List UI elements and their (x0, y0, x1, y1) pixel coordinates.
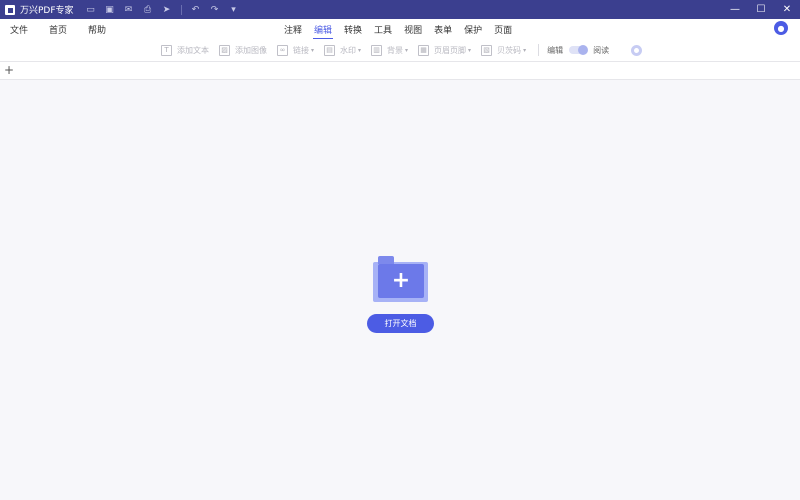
app-title: 万兴PDF专家 (20, 6, 74, 16)
link-button[interactable]: ∞ 链接 ▾ (277, 44, 314, 56)
tab-tools[interactable]: 工具 (374, 23, 392, 36)
background-label: 背景 (387, 45, 404, 55)
header-footer-label: 页眉页脚 (434, 45, 467, 55)
background-button[interactable]: ▥ 背景 ▾ (371, 44, 408, 56)
chevron-down-icon[interactable]: ▾ (468, 47, 471, 54)
tab-convert[interactable]: 转换 (344, 23, 362, 36)
open-folder-icon[interactable]: ▭ (86, 5, 96, 15)
menu-left: 文件 首页 帮助 (10, 19, 127, 39)
header-footer-icon: ▦ (418, 44, 430, 56)
maximize-button[interactable]: ☐ (748, 0, 774, 19)
folder-plus-icon[interactable]: + (373, 256, 428, 302)
open-document-button[interactable]: 打开文档 (367, 314, 434, 333)
folder-tab (378, 256, 394, 264)
chevron-down-icon[interactable]: ▾ (523, 47, 526, 54)
menu-file[interactable]: 文件 (10, 23, 28, 36)
add-image-label: 添加图像 (235, 45, 267, 55)
bates-number-button[interactable]: ▧ 贝茨码 ▾ (481, 44, 526, 56)
mail-icon[interactable]: ✉ (124, 5, 134, 15)
add-text-button[interactable]: T 添加文本 (161, 44, 209, 56)
tab-view[interactable]: 视图 (404, 23, 422, 36)
mode-switch: 编辑 阅读 (547, 45, 609, 56)
chevron-down-icon[interactable]: ▾ (358, 47, 361, 54)
bates-number-label: 贝茨码 (497, 45, 522, 55)
watermark-icon: ▤ (324, 44, 336, 56)
close-button[interactable]: ✕ (774, 0, 800, 19)
quick-access-toolbar: ▭ ▣ ✉ ⎙ ➤ ↶ ↷ ▾ (86, 4, 248, 15)
new-tab-button[interactable]: + (3, 63, 15, 77)
document-tab-strip: + (0, 61, 800, 80)
undo-icon[interactable]: ↶ (191, 5, 201, 15)
toolbar-divider (538, 44, 540, 56)
title-bar: 万兴PDF专家 ▭ ▣ ✉ ⎙ ➤ ↶ ↷ ▾ — ☐ ✕ (0, 0, 800, 19)
quick-access-divider (180, 4, 182, 15)
user-avatar-icon[interactable]: ● (774, 21, 788, 35)
mode-edit-label: 编辑 (547, 45, 564, 55)
edit-toolbar: T 添加文本 ▨ 添加图像 ∞ 链接 ▾ ▤ 水印 ▾ ▥ 背景 ▾ ▦ 页眉页… (0, 39, 800, 61)
tab-edit[interactable]: 编辑 (313, 23, 334, 40)
link-label: 链接 (293, 45, 309, 55)
watermark-button[interactable]: ▤ 水印 ▾ (324, 44, 361, 56)
ribbon-tabs: 注释 编辑 转换 工具 视图 表单 保护 页面 (284, 19, 524, 40)
minimize-button[interactable]: — (722, 0, 748, 19)
workspace: + 打开文档 (0, 80, 800, 500)
mode-read-label: 阅读 (593, 45, 610, 55)
menu-bar: 文件 首页 帮助 注释 编辑 转换 工具 视图 表单 保护 页面 ● (0, 19, 800, 40)
save-icon[interactable]: ▣ (105, 5, 115, 15)
tool-group: T 添加文本 ▨ 添加图像 ∞ 链接 ▾ ▤ 水印 ▾ ▥ 背景 ▾ ▦ 页眉页… (161, 39, 643, 61)
menu-help[interactable]: 帮助 (88, 23, 106, 36)
menu-home[interactable]: 首页 (49, 23, 67, 36)
tab-comment[interactable]: 注释 (284, 23, 302, 36)
add-image-icon: ▨ (219, 44, 230, 56)
print-icon[interactable]: ⎙ (143, 5, 153, 15)
share-icon[interactable]: ➤ (162, 5, 172, 15)
tab-form[interactable]: 表单 (434, 23, 452, 36)
watermark-label: 水印 (340, 45, 357, 55)
mode-toggle[interactable] (569, 45, 589, 55)
app-logo-icon (5, 4, 15, 15)
plus-icon: + (391, 268, 411, 293)
add-text-icon: T (161, 44, 172, 56)
add-text-label: 添加文本 (177, 45, 209, 55)
tab-page[interactable]: 页面 (494, 23, 512, 36)
customize-icon[interactable]: ▾ (229, 5, 239, 15)
window-controls: — ☐ ✕ (722, 0, 800, 19)
chevron-down-icon[interactable]: ▾ (311, 47, 314, 54)
settings-icon[interactable] (631, 44, 643, 56)
redo-icon[interactable]: ↷ (210, 5, 220, 15)
header-footer-button[interactable]: ▦ 页眉页脚 ▾ (418, 44, 471, 56)
add-image-button[interactable]: ▨ 添加图像 (219, 44, 267, 56)
bates-number-icon: ▧ (481, 44, 493, 56)
link-icon: ∞ (277, 44, 288, 56)
background-icon: ▥ (371, 44, 383, 56)
tab-protect[interactable]: 保护 (464, 23, 482, 36)
chevron-down-icon[interactable]: ▾ (405, 47, 408, 54)
